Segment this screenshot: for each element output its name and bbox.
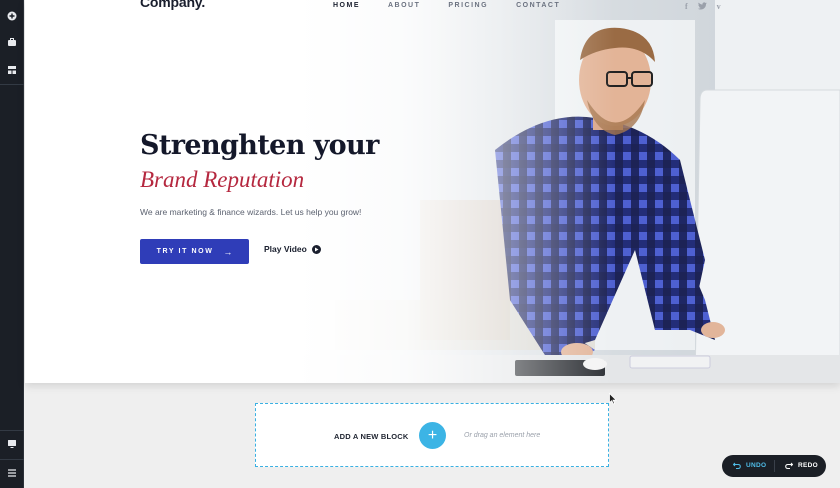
redo-label: REDO [798, 461, 818, 469]
add-block-plus-button[interactable]: + [419, 422, 446, 449]
history-controls: UNDO REDO [722, 455, 826, 477]
add-block-hint: Or drag an element here [464, 432, 541, 439]
hero-section[interactable]: Company. HOME ABOUT PRICING CONTACT f v … [25, 0, 840, 383]
redo-icon [785, 462, 793, 469]
monitor-icon[interactable] [0, 431, 24, 457]
site-logo[interactable]: Company. [140, 0, 205, 10]
nav-contact[interactable]: CONTACT [516, 2, 560, 9]
nav-about[interactable]: ABOUT [388, 2, 420, 9]
facebook-icon[interactable]: f [685, 2, 688, 12]
play-video-label: Play Video [264, 244, 307, 254]
builder-app: Company. HOME ABOUT PRICING CONTACT f v … [0, 0, 840, 488]
history-divider [774, 460, 775, 472]
social-links: f v [685, 2, 721, 12]
arrow-right-icon: → [223, 246, 233, 257]
photo-fade-overlay [295, 0, 615, 383]
hero-title: Strenghten your [140, 130, 379, 161]
undo-label: UNDO [746, 461, 767, 469]
add-circle-icon[interactable] [0, 3, 24, 29]
twitter-icon[interactable] [697, 2, 707, 12]
nav-home[interactable]: HOME [333, 2, 360, 9]
sidebar-divider [0, 84, 24, 85]
site-nav: HOME ABOUT PRICING CONTACT [333, 2, 588, 9]
undo-button[interactable]: UNDO [733, 461, 766, 469]
add-block-label: ADD A NEW BLOCK [334, 432, 409, 441]
layout-icon[interactable] [0, 57, 24, 83]
play-icon [311, 244, 321, 254]
try-button-label: TRY IT NOW [156, 248, 214, 255]
redo-button[interactable]: REDO [785, 461, 818, 469]
editor-sidebar [0, 0, 24, 488]
mouse-cursor-icon [609, 393, 617, 405]
menu-icon[interactable] [0, 460, 24, 486]
briefcase-icon[interactable] [0, 29, 24, 55]
undo-icon [733, 462, 741, 469]
hero-title-accent: Brand Reputation [140, 167, 305, 192]
vimeo-icon[interactable]: v [717, 2, 721, 12]
try-it-now-button[interactable]: TRY IT NOW → [140, 239, 249, 264]
add-block-dropzone[interactable]: ADD A NEW BLOCK + Or drag an element her… [255, 403, 609, 467]
nav-pricing[interactable]: PRICING [448, 2, 488, 9]
play-video-button[interactable]: Play Video [264, 244, 321, 254]
hero-subtitle: We are marketing & finance wizards. Let … [140, 207, 362, 217]
